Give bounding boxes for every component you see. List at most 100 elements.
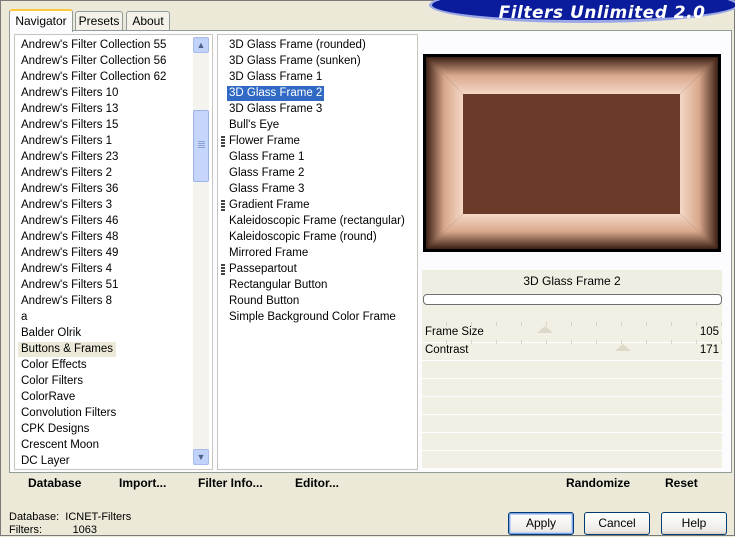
filter-item[interactable]: 3D Glass Frame (sunken) [229, 54, 361, 69]
category-item[interactable]: Balder Olrik [21, 326, 81, 341]
filter-item[interactable]: 3D Glass Frame 2 [227, 86, 325, 101]
category-item[interactable]: Color Effects [21, 358, 87, 373]
category-item[interactable]: DC Layer [21, 454, 70, 469]
filter-item[interactable]: Kaleidoscopic Frame (rectangular) [229, 214, 405, 229]
slider-thumb[interactable] [537, 326, 553, 333]
tab-navigator[interactable]: Navigator [9, 9, 73, 32]
filter-list[interactable]: 3D Glass Frame (rounded) 3D Glass Frame (… [217, 34, 418, 470]
filter-item-label: Glass Frame 2 [229, 167, 305, 179]
filter-item[interactable]: Glass Frame 1 [229, 150, 304, 165]
tab-about[interactable]: About [126, 11, 170, 30]
category-item[interactable]: Andrew's Filters 2 [21, 166, 112, 181]
category-item[interactable]: Convolution Filters [21, 406, 116, 421]
category-item[interactable]: Andrew's Filters 1 [21, 134, 112, 149]
category-item[interactable]: Crescent Moon [21, 438, 99, 453]
editor-button[interactable]: Editor... [295, 476, 339, 490]
category-item[interactable]: Buttons & Frames [18, 342, 117, 357]
category-item[interactable]: Andrew's Filters 46 [21, 214, 118, 229]
preview-frame-graphic [423, 54, 721, 252]
filter-item[interactable]: Rectangular Button [229, 278, 327, 293]
category-item[interactable]: ColorRave [21, 390, 75, 405]
scrollbar-thumb[interactable] [193, 110, 209, 182]
category-item[interactable]: Andrew's Filters 15 [21, 118, 118, 133]
param-contrast[interactable]: Contrast 171 [422, 340, 722, 361]
filter-item-label: Rectangular Button [229, 279, 328, 291]
filter-item-label: Bull's Eye [229, 119, 280, 131]
filter-item[interactable]: Round Button [229, 294, 299, 309]
category-scrollbar[interactable]: ▲ ▼ [193, 37, 209, 465]
filter-item[interactable]: 3D Glass Frame (rounded) [229, 38, 366, 53]
filter-item[interactable]: Glass Frame 2 [229, 166, 304, 181]
chevron-up-icon[interactable]: ▲ [193, 37, 209, 53]
filter-item-label: Round Button [229, 295, 300, 307]
filter-item-label: Flower Frame [229, 135, 300, 147]
filter-info-button[interactable]: Filter Info... [198, 476, 263, 490]
chevron-down-icon[interactable]: ▼ [193, 449, 209, 465]
category-item[interactable]: Color Filters [21, 374, 83, 389]
database-button[interactable]: Database [28, 476, 81, 490]
filter-item-label: 3D Glass Frame 2 [229, 87, 323, 99]
filter-item[interactable]: 3D Glass Frame 3 [229, 102, 322, 117]
import-button[interactable]: Import... [119, 476, 166, 490]
filter-item-label: Passepartout [229, 263, 297, 275]
app-title: Filters Unlimited 2.0 [498, 3, 706, 23]
empty-param-row [422, 433, 722, 451]
category-item[interactable]: Andrew's Filters 36 [21, 182, 118, 197]
preview-image [423, 54, 721, 252]
status-area: Database: ICNET-Filters Filters: 1063 [9, 511, 131, 537]
slider-thumb[interactable] [615, 344, 631, 351]
filter-item[interactable]: 3D Glass Frame 1 [229, 70, 322, 85]
param-name: Contrast [425, 344, 469, 356]
category-item[interactable]: Andrew's Filter Collection 62 [21, 70, 166, 85]
status-database-label: Database: [9, 511, 60, 523]
category-item[interactable]: Andrew's Filters 23 [21, 150, 118, 165]
status-database-value: ICNET-Filters [65, 511, 132, 523]
filters-unlimited-dialog: Filters Unlimited 2.0 Navigator Presets … [0, 0, 735, 536]
empty-param-row [422, 415, 722, 433]
help-button[interactable]: Help [661, 512, 727, 535]
navigator-toolbar: Database Import... Filter Info... Editor… [14, 471, 718, 498]
filter-item-label: 3D Glass Frame (rounded) [229, 39, 366, 51]
status-filters-value: 1063 [72, 524, 98, 536]
filter-item-label: Glass Frame 3 [229, 183, 305, 195]
filter-item-label: 3D Glass Frame 1 [229, 71, 323, 83]
category-list[interactable]: Andrew's Filter Collection 55 Andrew's Fi… [14, 34, 213, 470]
filter-item-label: 3D Glass Frame 3 [229, 103, 323, 115]
filter-item[interactable]: Gradient Frame [221, 198, 310, 213]
category-item[interactable]: Andrew's Filters 4 [21, 262, 112, 277]
category-item[interactable]: Andrew's Filters 13 [21, 102, 118, 117]
grip-icon [198, 141, 205, 149]
status-filters-label: Filters: [9, 524, 42, 536]
category-item[interactable]: Andrew's Filters 49 [21, 246, 118, 261]
empty-param-row [422, 397, 722, 415]
empty-param-row [422, 379, 722, 397]
randomize-button[interactable]: Randomize [566, 476, 630, 490]
group-marker-icon [221, 200, 225, 211]
filter-item[interactable]: Flower Frame [221, 134, 300, 149]
filter-item[interactable]: Passepartout [221, 262, 297, 277]
category-item[interactable]: a [21, 310, 27, 325]
filter-item[interactable]: Bull's Eye [229, 118, 279, 133]
cancel-button[interactable]: Cancel [584, 512, 650, 535]
group-marker-icon [221, 136, 225, 147]
category-item[interactable]: Andrew's Filters 10 [21, 86, 118, 101]
filter-item[interactable]: Kaleidoscopic Frame (round) [229, 230, 377, 245]
tab-presets[interactable]: Presets [75, 11, 123, 30]
filter-item-label: Mirrored Frame [229, 247, 309, 259]
param-name: Frame Size [425, 326, 484, 338]
apply-button[interactable]: Apply [508, 512, 574, 535]
category-item[interactable]: Andrew's Filters 51 [21, 278, 118, 293]
filter-item[interactable]: Glass Frame 3 [229, 182, 304, 197]
filter-item[interactable]: Mirrored Frame [229, 246, 308, 261]
category-item[interactable]: Andrew's Filters 8 [21, 294, 112, 309]
progress-bar [423, 294, 722, 305]
category-item[interactable]: Andrew's Filters 48 [21, 230, 118, 245]
filter-item[interactable]: Simple Background Color Frame [229, 310, 396, 325]
reset-button[interactable]: Reset [665, 476, 698, 490]
filter-item-label: Kaleidoscopic Frame (round) [229, 231, 377, 243]
category-item[interactable]: CPK Designs [21, 422, 89, 437]
category-item[interactable]: Andrew's Filter Collection 56 [21, 54, 166, 69]
category-item[interactable]: Andrew's Filter Collection 55 [21, 38, 166, 53]
selected-filter-name: 3D Glass Frame 2 [422, 270, 722, 293]
category-item[interactable]: Andrew's Filters 3 [21, 198, 112, 213]
